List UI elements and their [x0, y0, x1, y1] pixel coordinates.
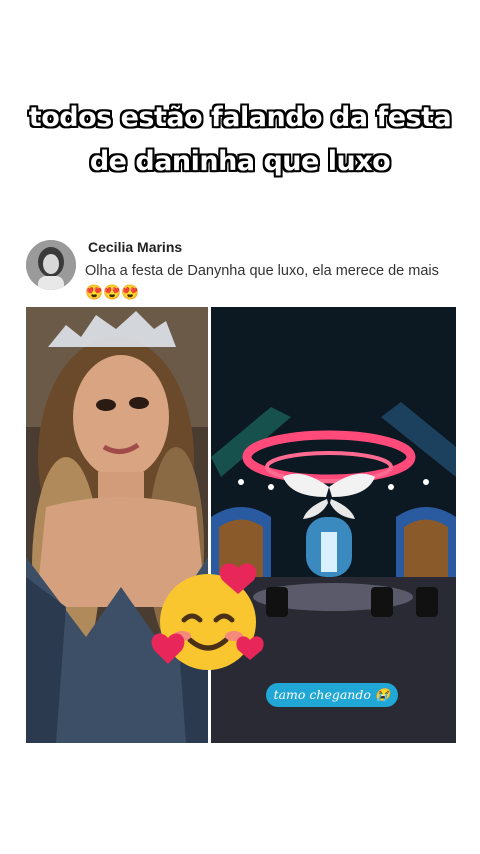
caption-line-1: todos estão falando da festa	[28, 102, 452, 133]
video-overlay-label: tamo chegando 😭	[266, 683, 398, 707]
left-photo	[26, 307, 208, 743]
post-text: Olha a festa de Danynha que luxo, ela me…	[85, 263, 439, 301]
avatar[interactable]	[26, 240, 76, 290]
avatar-photo	[26, 240, 76, 290]
smiling-face-with-hearts-icon	[150, 560, 266, 676]
video-caption: todos estão falando da festa de daninha …	[0, 96, 480, 184]
caption-line-2: de daninha que luxo	[89, 146, 391, 177]
post-author[interactable]: Cecilia Marins	[88, 239, 182, 255]
right-photo	[211, 307, 456, 743]
